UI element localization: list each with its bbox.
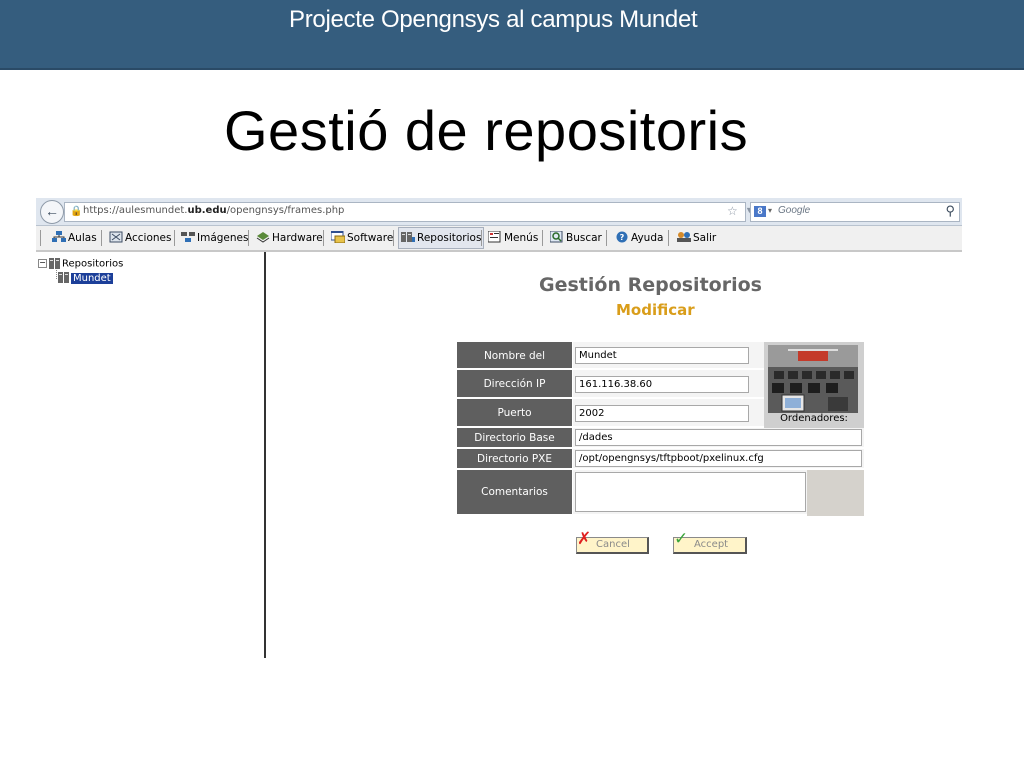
computers-panel: Ordenadores: — [764, 342, 864, 428]
pxe-dir-label: Directorio PXE — [457, 449, 572, 470]
banner-title: Projecte Opengnsys al campus Mundet — [289, 6, 698, 33]
port-label: Puerto — [457, 399, 572, 428]
menu-separator — [40, 230, 41, 246]
tree-root-label: Repositorios — [62, 258, 124, 270]
help-icon: ? — [616, 231, 628, 243]
cancel-button[interactable]: ✗ Cancel — [576, 531, 649, 554]
repository-icon — [58, 272, 69, 283]
menu-item-buscar[interactable]: Buscar — [550, 228, 602, 248]
base-dir-cell: /dades — [573, 428, 864, 449]
accept-button-label: Accept — [694, 539, 729, 550]
actions-icon — [109, 231, 123, 243]
computer-lab-photo — [768, 345, 858, 413]
collapse-toggle-icon[interactable]: − — [38, 259, 47, 268]
base-dir-field[interactable]: /dades — [575, 429, 862, 446]
menu-separator — [542, 230, 543, 246]
accept-check-icon: ✓ — [674, 529, 689, 549]
menu-item-salir[interactable]: Salir — [677, 228, 716, 248]
menu-item-software[interactable]: Software — [331, 228, 393, 248]
app-menubar: Aulas Acciones Imágenes Hardware Softwar… — [36, 226, 962, 252]
comments-textarea[interactable] — [575, 472, 806, 512]
navigation-bar: ← 🔒 https://aulesmundet.ub.edu/opengnsys… — [36, 198, 962, 226]
comments-cell — [573, 470, 807, 516]
search-icon — [550, 231, 563, 243]
ip-label: Dirección IP — [457, 370, 572, 399]
images-icon — [181, 232, 195, 242]
exit-icon — [677, 232, 691, 242]
repository-form: Nombre del Repositorio Mundet Dirección … — [457, 342, 864, 516]
cancel-button-label: Cancel — [596, 539, 630, 550]
menu-item-ayuda[interactable]: ? Ayuda — [615, 228, 663, 248]
menu-separator — [323, 230, 324, 246]
repository-icon — [401, 232, 415, 242]
software-icon — [331, 231, 345, 243]
comments-side-cell — [807, 470, 864, 516]
base-dir-label: Directorio Base — [457, 428, 572, 449]
slide-banner: Projecte Opengnsys al campus Mundet — [0, 0, 1024, 70]
menu-separator — [393, 230, 394, 246]
ip-field[interactable]: 161.116.38.60 — [575, 376, 749, 393]
accept-button[interactable]: ✓ Accept — [673, 531, 747, 554]
name-field[interactable]: Mundet — [575, 347, 749, 364]
menu-item-imagenes[interactable]: Imágenes — [181, 228, 248, 248]
search-placeholder: Google — [778, 205, 811, 216]
repository-tree: − Repositorios Mundet — [36, 252, 266, 658]
menu-separator — [481, 230, 482, 246]
menu-icon — [488, 231, 501, 243]
classroom-icon — [52, 231, 66, 242]
menu-item-menus[interactable]: Menús — [488, 228, 538, 248]
pxe-dir-field[interactable]: /opt/opengnsys/tftpboot/pxelinux.cfg — [575, 450, 862, 467]
port-cell: 2002 — [573, 399, 764, 428]
address-bar[interactable]: 🔒 https://aulesmundet.ub.edu/opengnsys/f… — [64, 202, 769, 222]
browser-screenshot: ← 🔒 https://aulesmundet.ub.edu/opengnsys… — [36, 198, 962, 658]
svg-text:?: ? — [620, 233, 625, 242]
search-engine-icon[interactable]: 8 — [754, 206, 766, 217]
engine-dropdown-icon[interactable]: ▾ — [768, 206, 772, 215]
comments-label: Comentarios — [457, 470, 572, 516]
magnifier-icon[interactable]: ⚲ — [945, 203, 955, 219]
bookmark-star-icon[interactable]: ☆ — [727, 204, 738, 218]
port-field[interactable]: 2002 — [575, 405, 749, 422]
lock-icon: 🔒 — [70, 206, 83, 217]
tree-root[interactable]: − Repositorios — [38, 258, 123, 270]
back-button[interactable]: ← — [40, 200, 64, 224]
repository-icon — [49, 258, 60, 269]
slide-title: Gestió de repositoris — [224, 99, 749, 162]
computers-label: Ordenadores: — [780, 413, 848, 424]
pxe-dir-cell: /opt/opengnsys/tftpboot/pxelinux.cfg — [573, 449, 864, 470]
content-title: Gestión Repositorios — [539, 274, 762, 296]
menu-item-aulas[interactable]: Aulas — [52, 228, 97, 248]
tree-item-label: Mundet — [71, 272, 113, 284]
menu-separator — [248, 230, 249, 246]
url-text: https://aulesmundet.ub.edu/opengnsys/fra… — [83, 205, 345, 216]
menu-item-acciones[interactable]: Acciones — [109, 228, 171, 248]
menu-separator — [606, 230, 607, 246]
menu-separator — [101, 230, 102, 246]
content-subtitle: Modificar — [616, 301, 695, 319]
name-label: Nombre del Repositorio — [457, 342, 572, 390]
tree-item-mundet[interactable]: Mundet — [58, 272, 113, 284]
menu-separator — [668, 230, 669, 246]
ip-cell: 161.116.38.60 — [573, 370, 764, 399]
menu-separator — [174, 230, 175, 246]
search-bar[interactable]: 8 ▾ Google ⚲ — [750, 202, 960, 222]
name-cell: Mundet — [573, 342, 764, 370]
menu-item-repositorios[interactable]: Repositorios — [398, 227, 485, 249]
cancel-x-icon: ✗ — [577, 529, 592, 549]
menu-item-hardware[interactable]: Hardware — [256, 228, 323, 248]
hardware-icon — [256, 232, 270, 243]
